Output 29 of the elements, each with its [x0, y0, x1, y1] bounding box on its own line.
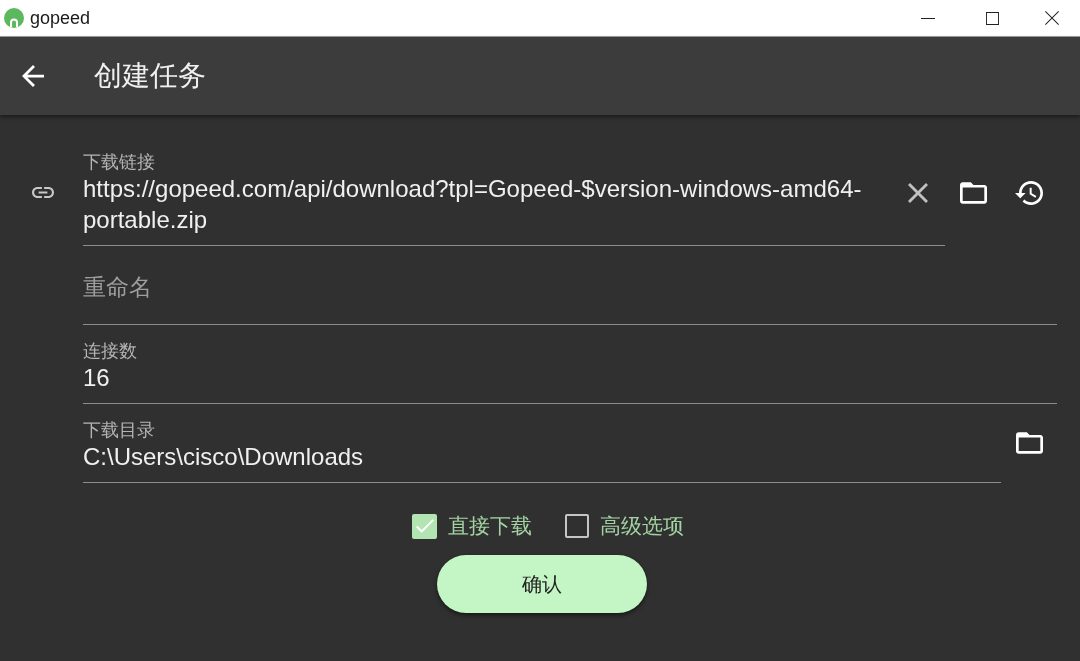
page-title: 创建任务: [94, 59, 206, 93]
close-icon: [1045, 11, 1059, 25]
logo-icon: [4, 8, 24, 28]
check-icon: [415, 519, 434, 533]
placeholder-text: 重命名: [83, 273, 153, 302]
checkbox[interactable]: [412, 513, 437, 539]
field-label: 连接数: [83, 340, 138, 362]
history-icon: [1015, 181, 1043, 205]
maximize-icon: [985, 11, 999, 25]
field-label: 下载链接: [83, 151, 156, 173]
text-field[interactable]: 连接数 16: [83, 325, 1057, 404]
text-field[interactable]: 重命名: [83, 246, 1057, 325]
field-value: C:\Users\cisco\Downloads: [83, 442, 365, 472]
checkbox[interactable]: [565, 514, 589, 538]
close-icon: [908, 183, 928, 203]
option-label[interactable]: 高级选项: [600, 513, 684, 539]
window-title: gopeed: [30, 7, 91, 29]
folder-icon: [959, 182, 987, 204]
field-value: https://gopeed.com/api/download?tpl=Gopeed-$version-windows-amd64-portable.zip: [83, 174, 863, 235]
field-label: 下载目录: [83, 419, 156, 441]
option-label[interactable]: 直接下载: [448, 513, 532, 539]
text-field[interactable]: 下载目录 C:\Users\cisco\Downloads: [83, 404, 1001, 483]
field-value: 16: [83, 363, 111, 393]
minimize-icon: [921, 17, 935, 19]
folder-icon: [1015, 432, 1043, 454]
arrow-left-icon: [22, 65, 44, 87]
link-icon: [32, 187, 54, 198]
text-field[interactable]: 下载链接 https://gopeed.com/api/download?tpl=Gopeed-$version-windows-amd64-portable.zip: [83, 136, 945, 246]
confirm-button[interactable]: 确认: [437, 555, 647, 613]
